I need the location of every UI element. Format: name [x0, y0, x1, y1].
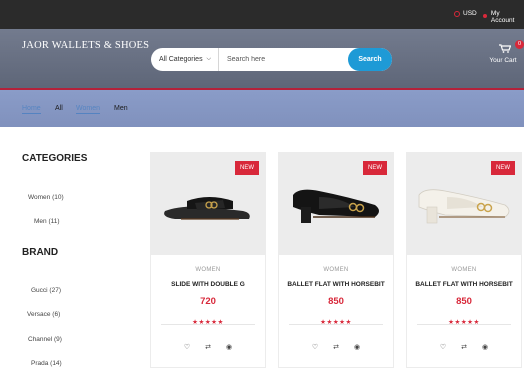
eye-icon[interactable]: ◉ [225, 343, 233, 351]
dollar-icon [454, 10, 460, 17]
categories-heading: CATEGORIES [22, 153, 88, 164]
product-title[interactable]: SLIDE WITH DOUBLE G [151, 281, 265, 288]
heart-icon[interactable]: ♡ [439, 343, 447, 351]
product-category: WOMEN [451, 267, 477, 273]
currency-selector[interactable]: USD [454, 10, 477, 17]
top-bar: USD My Account [0, 0, 524, 29]
brand-filter-prada[interactable]: Prada (14) [31, 360, 62, 367]
new-badge: NEW [363, 161, 387, 175]
product-price: 850 [456, 296, 472, 307]
eye-icon[interactable]: ◉ [481, 343, 489, 351]
brand-filter-versace[interactable]: Versace (6) [27, 311, 60, 318]
header: JAOR WALLETS & SHOES All Categories ⌵ Se… [0, 29, 524, 90]
nav-item-all[interactable]: All [55, 105, 63, 112]
heart-icon[interactable]: ♡ [311, 343, 319, 351]
product-card[interactable]: NEW WOMEN SLIDE WITH DOUBLE G 720 ★★★★★ … [150, 152, 266, 368]
brand-filter-channel[interactable]: Channel (9) [28, 336, 62, 343]
exchange-icon[interactable]: ⇄ [332, 343, 340, 351]
page: USD My Account JAOR WALLETS & SHOES All … [0, 0, 524, 368]
product-price: 720 [200, 296, 216, 307]
search-input[interactable] [219, 48, 348, 71]
product-category: WOMEN [195, 267, 221, 273]
user-icon [482, 14, 488, 20]
category-filter-men[interactable]: Men (11) [34, 218, 60, 225]
cart-count-badge: 0 [515, 40, 524, 49]
product-card[interactable]: NEW WOMEN BALLET FLAT WITH HORSEBIT 850 … [278, 152, 394, 368]
new-badge: NEW [235, 161, 259, 175]
nav-item-home[interactable]: Home [22, 105, 41, 114]
exchange-icon[interactable]: ⇄ [460, 343, 468, 351]
cart-label: Your Cart [489, 57, 517, 64]
product-actions: ♡ ⇄ ◉ [151, 343, 265, 351]
product-card[interactable]: NEW WOMEN BALLET FLAT WITH HORSEBIT 850 … [406, 152, 522, 368]
divider [289, 324, 383, 325]
brand-heading: BRAND [22, 247, 59, 258]
brand-filter-gucci[interactable]: Gucci (27) [31, 287, 61, 294]
cart-button[interactable]: 0 Your Cart [489, 40, 524, 70]
product-actions: ♡ ⇄ ◉ [279, 343, 393, 351]
exchange-icon[interactable]: ⇄ [204, 343, 212, 351]
site-logo[interactable]: JAOR WALLETS & SHOES [22, 40, 149, 51]
nav-item-men[interactable]: Men [114, 105, 128, 112]
eye-icon[interactable]: ◉ [353, 343, 361, 351]
product-price: 850 [328, 296, 344, 307]
chevron-down-icon: ⌵ [206, 56, 211, 62]
nav-item-women[interactable]: Women [76, 105, 100, 114]
currency-label: USD [463, 10, 477, 17]
heart-icon[interactable]: ♡ [183, 343, 191, 351]
product-title[interactable]: BALLET FLAT WITH HORSEBIT [279, 281, 393, 288]
new-badge: NEW [491, 161, 515, 175]
product-actions: ♡ ⇄ ◉ [407, 343, 521, 351]
category-select-value: All Categories [159, 56, 203, 63]
search-bar: All Categories ⌵ Search [151, 48, 392, 71]
divider [417, 324, 511, 325]
account-label: My Account [490, 10, 515, 24]
divider [161, 324, 255, 325]
cart-icon: 0 [499, 40, 524, 53]
category-select[interactable]: All Categories ⌵ [151, 48, 219, 71]
product-title[interactable]: BALLET FLAT WITH HORSEBIT [407, 281, 521, 288]
search-button[interactable]: Search [348, 48, 392, 71]
category-filter-women[interactable]: Women (10) [28, 194, 64, 201]
product-category: WOMEN [323, 267, 349, 273]
my-account-link[interactable]: My Account [482, 10, 524, 24]
main-nav: Home All Women Men [0, 90, 524, 127]
